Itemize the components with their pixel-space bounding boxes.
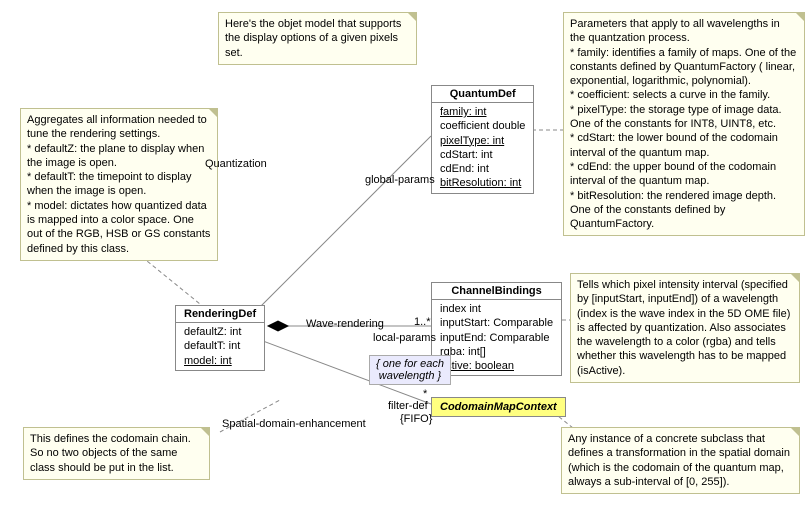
note-text: Parameters that apply to all wavelengths… — [570, 18, 796, 230]
label-quantization: Quantization — [205, 158, 267, 170]
class-body: index int inputStart: Comparable inputEn… — [432, 300, 561, 375]
class-quantumdef: QuantumDef family: int coefficient doubl… — [431, 85, 534, 194]
note-codomain-chain: This defines the codomain chain. So no t… — [23, 427, 210, 480]
attr: cdEnd: int — [440, 162, 525, 176]
note-text: This defines the codomain chain. So no t… — [30, 433, 191, 474]
attr: bitResolution: int — [440, 176, 525, 190]
note-params: Parameters that apply to all wavelengths… — [563, 12, 805, 236]
attr: inputStart: Comparable — [440, 316, 553, 330]
note-text: Tells which pixel intensity interval (sp… — [577, 279, 790, 377]
label-global-params: global-params — [365, 174, 435, 186]
note-codomain-instance: Any instance of a concrete subclass that… — [561, 427, 800, 494]
note-channel: Tells which pixel intensity interval (sp… — [570, 273, 800, 383]
class-header: ChannelBindings — [432, 283, 561, 300]
label-wave-rendering: Wave-rendering — [306, 318, 384, 330]
label-one-star: 1..* — [414, 316, 431, 328]
attr: rgba: int[] — [440, 345, 553, 359]
label-filter-def: filter-def — [388, 400, 428, 412]
label-local-params: local-params — [373, 332, 436, 344]
class-renderingdef: RenderingDef defaultZ: int defaultT: int… — [175, 305, 265, 371]
label-fifo: {FIFO} — [400, 413, 432, 425]
constraint-text: { one for each wavelength } — [376, 358, 444, 382]
class-body: family: int coefficient double pixelType… — [432, 103, 533, 193]
class-name: CodomainMapContext — [440, 401, 557, 413]
note-aggregates: Aggregates all information needed to tun… — [20, 108, 218, 261]
label-spatial: Spatial-domain-enhancement — [222, 418, 366, 430]
attr: defaultZ: int — [184, 325, 256, 339]
class-header: RenderingDef — [176, 306, 264, 323]
attr: index int — [440, 302, 553, 316]
note-text: Here's the objet model that supports the… — [225, 18, 401, 59]
attr: inputEnd: Comparable — [440, 331, 553, 345]
attr: active: boolean — [440, 359, 553, 373]
class-body: defaultZ: int defaultT: int model: int — [176, 323, 264, 370]
note-top-center: Here's the objet model that supports the… — [218, 12, 417, 65]
attr: model: int — [184, 354, 256, 368]
class-codomainmapcontext: CodomainMapContext — [431, 397, 566, 417]
note-text: Any instance of a concrete subclass that… — [568, 433, 790, 488]
note-text: Aggregates all information needed to tun… — [27, 114, 210, 255]
class-header: QuantumDef — [432, 86, 533, 103]
label-star: * — [423, 388, 427, 400]
attr: coefficient double — [440, 119, 525, 133]
constraint-wavelength: { one for each wavelength } — [369, 355, 451, 385]
attr: cdStart: int — [440, 148, 525, 162]
attr: pixelType: int — [440, 134, 525, 148]
attr: defaultT: int — [184, 339, 256, 353]
attr: family: int — [440, 105, 525, 119]
